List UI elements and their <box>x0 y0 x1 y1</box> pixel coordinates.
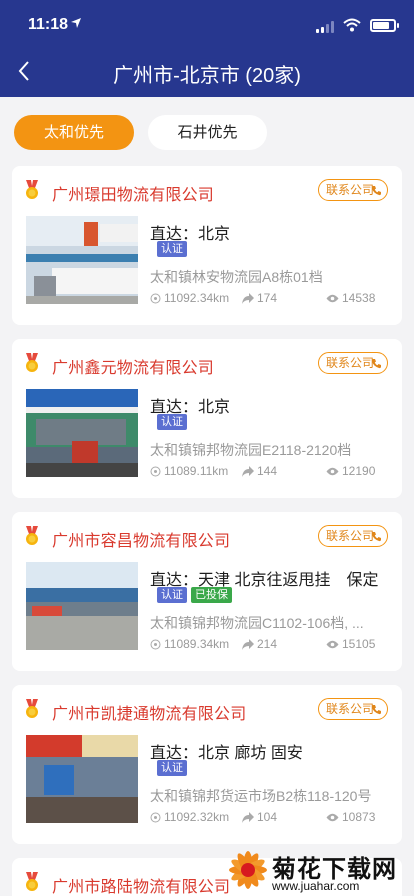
listing-stats: 11089.34km 214 15105 <box>150 637 390 653</box>
battery-icon <box>370 19 399 32</box>
listing-stats: 11092.32km 104 10873 <box>150 810 390 826</box>
phone-icon <box>371 532 381 542</box>
listing-card[interactable]: 广州鑫元物流有限公司 联系公司 直达：北京 认证 太和镇锦邦物流园E2118-2… <box>12 339 402 498</box>
medal-icon <box>26 526 38 545</box>
phone-icon <box>371 186 381 196</box>
view-count: 15105 <box>342 637 376 651</box>
distance: 11089.11km <box>164 464 229 478</box>
contact-company-button[interactable]: 联系公司 <box>318 525 388 547</box>
share-count: 174 <box>257 291 278 305</box>
share-count: 104 <box>257 810 278 824</box>
address: 太和镇林安物流园A8栋01档 <box>150 269 323 285</box>
verified-badge: 认证 <box>157 760 187 776</box>
crosshair-icon <box>150 466 161 476</box>
contact-label: 联系公司 <box>326 356 375 370</box>
listing-card[interactable]: 广州市凯捷通物流有限公司 联系公司 直达：北京 廊坊 固安 认证 太和镇锦邦货运… <box>12 685 402 844</box>
share-arrow-icon <box>242 292 254 304</box>
company-photo <box>26 735 138 823</box>
phone-icon <box>371 359 381 369</box>
contact-label: 联系公司 <box>326 702 375 716</box>
tab-shijing-priority[interactable]: 石井优先 <box>148 115 267 150</box>
share-arrow-icon <box>242 465 254 477</box>
location-arrow-icon <box>71 18 81 28</box>
view-count: 12190 <box>342 464 376 478</box>
address: 太和镇锦邦货运市场B2栋118-120号 <box>150 788 372 804</box>
address: 太和镇锦邦物流园C1102-106档, ... <box>150 615 364 631</box>
medal-icon <box>26 353 38 372</box>
address: 太和镇锦邦物流园E2118-2120档 <box>150 442 352 458</box>
watermark-url: www.juahar.com <box>272 879 360 893</box>
verified-badge: 认证 <box>157 587 187 603</box>
status-bar: 11:18 <box>0 0 414 48</box>
company-name[interactable]: 广州鑫元物流有限公司 <box>52 354 214 378</box>
eye-icon <box>326 294 339 302</box>
contact-label: 联系公司 <box>326 529 375 543</box>
view-count: 10873 <box>342 810 376 824</box>
status-time: 11:18 <box>28 16 69 33</box>
signal-icon <box>316 21 334 33</box>
phone-icon <box>371 705 381 715</box>
contact-label: 联系公司 <box>326 183 375 197</box>
crosshair-icon <box>150 293 161 303</box>
contact-company-button[interactable]: 联系公司 <box>318 698 388 720</box>
contact-company-button[interactable]: 联系公司 <box>318 179 388 201</box>
share-count: 144 <box>257 464 278 478</box>
contact-company-button[interactable]: 联系公司 <box>318 352 388 374</box>
company-photo <box>26 562 138 650</box>
page-title: 广州市-北京市 (20家) <box>113 65 301 87</box>
top-bar: 11:18 广州市-北京市 (20家) <box>0 0 414 97</box>
distance: 11092.32km <box>164 810 230 824</box>
share-count: 214 <box>257 637 278 651</box>
share-arrow-icon <box>242 638 254 650</box>
chrysanthemum-logo <box>229 851 267 889</box>
verified-badge: 认证 <box>157 241 187 257</box>
distance: 11089.34km <box>164 637 230 651</box>
company-photo <box>26 216 138 304</box>
eye-icon <box>326 813 339 821</box>
wifi-icon <box>343 18 361 32</box>
company-name[interactable]: 广州市凯捷通物流有限公司 <box>52 700 246 724</box>
company-name[interactable]: 广州市路陆物流有限公司 <box>52 873 230 896</box>
company-name[interactable]: 广州璟田物流有限公司 <box>52 181 214 205</box>
crosshair-icon <box>150 639 161 649</box>
insured-badge: 已投保 <box>191 587 232 603</box>
listing-stats: 11089.11km 144 12190 <box>150 464 390 480</box>
company-name[interactable]: 广州市容昌物流有限公司 <box>52 527 230 551</box>
verified-badge: 认证 <box>157 414 187 430</box>
medal-icon <box>26 180 38 199</box>
eye-icon <box>326 640 339 648</box>
listing-stats: 11092.34km 174 14538 <box>150 291 390 307</box>
crosshair-icon <box>150 812 161 822</box>
company-photo <box>26 389 138 477</box>
eye-icon <box>326 467 339 475</box>
site-watermark: 菊花下载网 www.juahar.com <box>226 845 414 896</box>
listing-card[interactable]: 广州璟田物流有限公司 联系公司 直达：北京 认证 太和镇林安物流园A8栋01档 … <box>12 166 402 325</box>
medal-icon <box>26 699 38 718</box>
view-count: 14538 <box>342 291 376 305</box>
share-arrow-icon <box>242 811 254 823</box>
distance: 11092.34km <box>164 291 230 305</box>
medal-icon <box>26 872 38 891</box>
tab-taihe-priority[interactable]: 太和优先 <box>14 115 134 150</box>
listing-card[interactable]: 广州市容昌物流有限公司 联系公司 直达：天津 北京往返甩挂 保定 认证 已投保 … <box>12 512 402 671</box>
